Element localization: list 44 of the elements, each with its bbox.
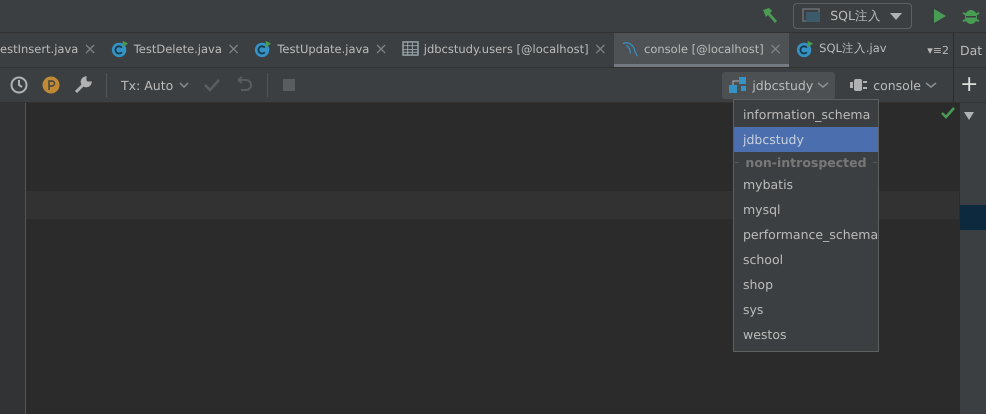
tab-overflow-button[interactable]: ▾≡2 xyxy=(925,33,953,67)
editor-tab[interactable]: TestDelete.java × xyxy=(104,33,248,67)
editor-tab[interactable]: SQL注入.jav xyxy=(789,33,894,67)
class-icon xyxy=(796,40,814,58)
undo-icon[interactable] xyxy=(235,76,254,94)
menu-item[interactable]: performance_schema xyxy=(734,222,878,247)
menu-item[interactable]: mybatis xyxy=(734,172,878,197)
editor-tab[interactable]: jdbcstudy.users [@localhost] × xyxy=(394,33,614,67)
menu-item[interactable]: westos xyxy=(734,322,878,347)
menu-section-label: non-introspected xyxy=(745,154,867,170)
p-icon[interactable] xyxy=(42,76,60,94)
panel-title: Dat xyxy=(960,42,982,58)
selected-row-highlight xyxy=(960,205,986,230)
table-icon xyxy=(402,41,419,56)
clock-icon[interactable] xyxy=(10,76,28,94)
bug-icon[interactable] xyxy=(962,7,980,25)
add-icon[interactable]: + xyxy=(960,74,978,96)
caret-icon xyxy=(889,11,903,21)
menu-item[interactable]: mysql xyxy=(734,197,878,222)
editor-tab[interactable]: console [@localhost] × xyxy=(614,33,790,67)
menu-item[interactable]: shop xyxy=(734,272,878,297)
menu-item[interactable]: sys xyxy=(734,297,878,322)
window-icon xyxy=(802,8,822,24)
schema-icon xyxy=(728,76,748,94)
chevron-icon xyxy=(925,81,937,89)
plug-icon xyxy=(849,77,870,93)
session-dropdown[interactable]: console xyxy=(843,76,943,94)
run-icon[interactable] xyxy=(932,7,948,25)
class-icon xyxy=(110,40,129,58)
editor-tab[interactable]: TestUpdate.java × xyxy=(247,33,395,67)
settings-icon[interactable] xyxy=(74,76,92,94)
expand-arrow-icon[interactable] xyxy=(963,111,975,121)
menu-item[interactable]: school xyxy=(734,247,878,272)
run-configuration-dropdown[interactable]: SQL注入 xyxy=(793,3,912,29)
menu-item[interactable]: jdbcstudy xyxy=(734,127,878,152)
transaction-mode-dropdown[interactable]: Tx: Auto xyxy=(121,78,190,92)
check-icon xyxy=(941,107,955,119)
chevron-icon xyxy=(817,81,830,89)
menu-item[interactable]: information_schema xyxy=(734,102,878,127)
schema-dropdown[interactable]: jdbcstudy xyxy=(722,72,836,98)
stop-icon[interactable] xyxy=(282,78,296,92)
chevron-icon xyxy=(179,81,190,89)
class-icon xyxy=(254,40,272,58)
editor-tab[interactable]: estInsert.java × xyxy=(0,33,104,67)
